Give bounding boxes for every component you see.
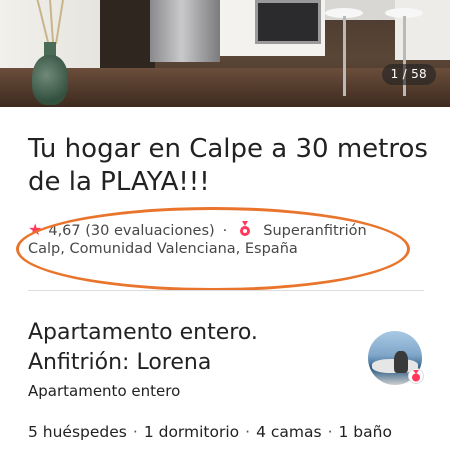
listing-type-title: Apartamento entero. Anfitrión: Lorena [28,320,258,375]
photo-counter-badge: 1 / 58 [381,64,436,85]
review-count[interactable]: (30 evaluaciones) [85,223,214,239]
superhost-label: Superanfitrión [263,223,367,239]
photo-fridge [150,0,220,62]
fact-separator: · [132,423,138,441]
listing-card: Tu hogar en Calpe a 30 metros de la PLAY… [0,107,450,450]
fact-baths: 1 baño [338,423,392,441]
listing-type-subtitle: Apartamento entero [28,382,181,400]
listing-facts: 5 huéspedes · 1 dormitorio · 4 camas · 1 baño [28,423,392,441]
photo-oven [255,0,321,44]
fact-guests: 5 huéspedes [28,423,127,441]
rating-value: 4,67 [48,223,81,239]
separator-dot: · [222,223,228,239]
rating-row: ★ 4,67 (30 evaluaciones) · Superanfitrión [28,220,367,239]
listing-photo-gallery[interactable]: 1 / 58 [0,0,450,107]
section-divider [28,290,424,291]
avatar-person [394,351,408,373]
listing-title: Tu hogar en Calpe a 30 metros de la PLAY… [28,134,428,197]
photo-stool-leg [343,16,346,96]
superhost-medal-icon [240,221,251,236]
superhost-avatar-badge-icon [409,369,423,383]
photo-vase [32,55,68,105]
star-icon: ★ [28,220,43,239]
fact-separator: · [327,423,333,441]
fact-beds: 4 camas [256,423,322,441]
fact-separator: · [245,423,251,441]
listing-location[interactable]: Calp, Comunidad Valenciana, España [28,241,298,257]
fact-bedrooms: 1 dormitorio [143,423,240,441]
